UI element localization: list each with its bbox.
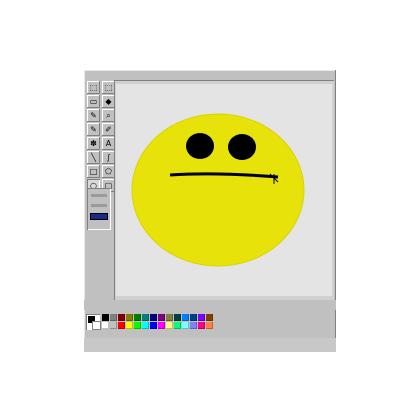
fill-option-filled-outline[interactable]	[91, 204, 107, 207]
palette-swatch[interactable]	[102, 322, 109, 329]
free-select-tool-icon[interactable]: ⬚	[87, 81, 100, 94]
current-colors[interactable]	[86, 314, 101, 330]
right-eye	[228, 134, 256, 160]
palette-swatch[interactable]	[150, 322, 157, 329]
fill-option-outline[interactable]	[91, 194, 107, 197]
airbrush-tool-icon[interactable]: ✽	[87, 137, 100, 150]
smiley-drawing	[131, 113, 305, 267]
palette-swatch[interactable]	[174, 322, 181, 329]
eraser-tool-icon[interactable]: ▭	[87, 95, 100, 108]
palette-swatch[interactable]	[118, 314, 125, 321]
left-eye	[186, 133, 214, 159]
palette-swatch[interactable]	[166, 314, 173, 321]
pencil-tool-icon[interactable]: ✎	[87, 123, 100, 136]
palette-swatch[interactable]	[110, 322, 117, 329]
palette-swatch[interactable]	[198, 322, 205, 329]
palette-swatch[interactable]	[206, 314, 213, 321]
palette-swatch[interactable]	[158, 322, 165, 329]
palette-swatch[interactable]	[174, 314, 181, 321]
tool-options-box	[87, 188, 111, 230]
palette-swatch[interactable]	[118, 322, 125, 329]
pick-color-tool-icon[interactable]: ✎	[87, 109, 100, 122]
palette-swatch[interactable]	[150, 314, 157, 321]
palette-swatch[interactable]	[126, 322, 133, 329]
status-bar	[84, 338, 336, 352]
palette-swatch[interactable]	[182, 314, 189, 321]
palette-swatch[interactable]	[126, 314, 133, 321]
palette-swatch[interactable]	[182, 322, 189, 329]
palette-swatch[interactable]	[158, 314, 165, 321]
palette-swatch[interactable]	[206, 322, 213, 329]
face-ellipse	[131, 113, 305, 267]
line-tool-icon[interactable]: ╲	[87, 151, 100, 164]
fill-option-filled[interactable]	[90, 213, 108, 220]
palette-swatch[interactable]	[142, 314, 149, 321]
status-area	[84, 300, 336, 310]
palette-swatch[interactable]	[110, 314, 117, 321]
palette-swatch[interactable]	[134, 314, 141, 321]
palette-swatch[interactable]	[134, 322, 141, 329]
background-color	[92, 321, 101, 330]
palette-swatch[interactable]	[190, 322, 197, 329]
rectangle-tool-icon[interactable]: □	[87, 165, 100, 178]
palette-swatch[interactable]	[102, 314, 109, 321]
palette-swatch[interactable]	[166, 322, 173, 329]
color-palette	[86, 314, 286, 336]
palette-swatch[interactable]	[142, 322, 149, 329]
palette-swatch[interactable]	[190, 314, 197, 321]
palette-swatch[interactable]	[198, 314, 205, 321]
